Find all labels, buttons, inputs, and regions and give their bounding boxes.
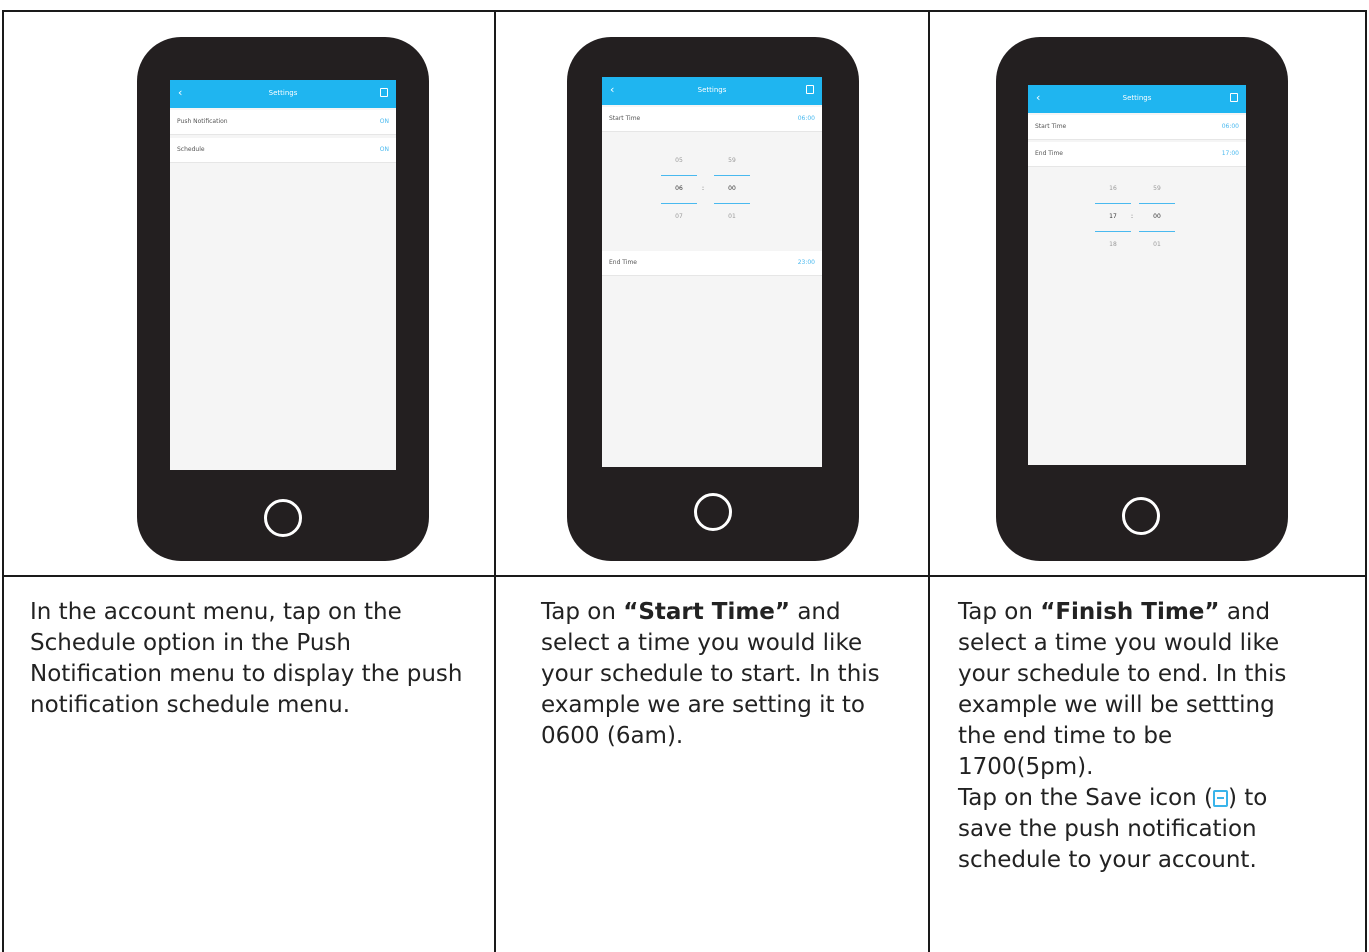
picker-hour-above[interactable]: 05 — [664, 157, 694, 164]
step-3-text-pre: Tap on — [958, 599, 1041, 625]
app-header: ‹ Settings — [602, 77, 822, 105]
screen-title: Settings — [268, 89, 298, 97]
end-time-label: End Time — [1035, 150, 1063, 157]
table-divider-1 — [494, 10, 496, 952]
picker-minute-selected[interactable]: 00 — [1142, 213, 1172, 220]
picker-selection-line — [661, 175, 697, 176]
time-picker[interactable]: 16 59 17 : 00 18 01 — [1028, 175, 1246, 275]
picker-selection-line — [714, 203, 750, 204]
picker-hour-selected[interactable]: 06 — [664, 185, 694, 192]
step-2-caption: Tap on “Start Time” and select a time yo… — [541, 597, 901, 752]
row-label: Schedule — [177, 146, 205, 153]
picker-minute-above[interactable]: 59 — [1142, 185, 1172, 192]
picker-hour-below[interactable]: 07 — [664, 213, 694, 220]
start-time-emphasis: “Start Time” — [623, 599, 791, 625]
start-time-row[interactable]: Start Time 06:00 — [1028, 115, 1246, 140]
app-header: ‹ Settings — [170, 80, 396, 108]
floppy-save-icon — [1213, 790, 1228, 807]
start-time-label: Start Time — [609, 115, 641, 122]
phone-mockup-1: ‹ Settings Push Notification ON Schedule… — [137, 37, 429, 561]
picker-hour-above[interactable]: 16 — [1098, 185, 1128, 192]
picker-minute-selected[interactable]: 00 — [717, 185, 747, 192]
picker-selection-line — [661, 203, 697, 204]
start-time-row[interactable]: Start Time 06:00 — [602, 107, 822, 132]
end-time-row[interactable]: End Time 17:00 — [1028, 142, 1246, 167]
table-row-divider — [2, 575, 1367, 577]
screen-title: Settings — [1122, 94, 1152, 102]
step-2-text-pre: Tap on — [541, 599, 624, 625]
picker-selection-line — [1095, 231, 1131, 232]
table-border-left — [2, 10, 4, 952]
settings-row-push-notification[interactable]: Push Notification ON — [170, 110, 396, 135]
picker-hour-below[interactable]: 18 — [1098, 241, 1128, 248]
end-time-value: 17:00 — [1221, 150, 1239, 157]
floppy-save-icon[interactable] — [380, 88, 388, 97]
settings-row-schedule[interactable]: Schedule ON — [170, 138, 396, 163]
finish-time-emphasis: “Finish Time” — [1040, 599, 1220, 625]
app-header: ‹ Settings — [1028, 85, 1246, 113]
phone-screen-2: ‹ Settings Start Time 06:00 05 59 06 : 0… — [602, 77, 822, 467]
picker-minute-below[interactable]: 01 — [717, 213, 747, 220]
step-1-caption: In the account menu, tap on the Schedule… — [30, 597, 480, 721]
step-3-save-pre: Tap on the Save icon ( — [958, 785, 1213, 811]
phone-screen-1: ‹ Settings Push Notification ON Schedule… — [170, 80, 396, 470]
end-time-label: End Time — [609, 259, 637, 266]
picker-separator: : — [1130, 213, 1134, 220]
screen-title: Settings — [697, 86, 727, 94]
picker-minute-above[interactable]: 59 — [717, 157, 747, 164]
table-divider-2 — [928, 10, 930, 952]
row-value: ON — [379, 118, 389, 125]
table-border-right — [1365, 10, 1367, 952]
picker-selection-line — [1139, 231, 1175, 232]
picker-selection-line — [714, 175, 750, 176]
end-time-row[interactable]: End Time 23:00 — [602, 251, 822, 276]
floppy-save-icon[interactable] — [1230, 93, 1238, 102]
start-time-label: Start Time — [1035, 123, 1067, 130]
row-label: Push Notification — [177, 118, 228, 125]
end-time-value: 23:00 — [797, 259, 815, 266]
floppy-save-icon[interactable] — [806, 85, 814, 94]
home-button-icon[interactable] — [264, 499, 302, 537]
home-button-icon[interactable] — [1122, 497, 1160, 535]
picker-minute-below[interactable]: 01 — [1142, 241, 1172, 248]
start-time-value: 06:00 — [797, 115, 815, 122]
phone-mockup-3: ‹ Settings Start Time 06:00 End Time 17:… — [996, 37, 1288, 561]
home-button-icon[interactable] — [694, 493, 732, 531]
row-value: ON — [379, 146, 389, 153]
picker-selection-line — [1139, 203, 1175, 204]
time-picker[interactable]: 05 59 06 : 00 07 01 — [602, 147, 822, 247]
start-time-value: 06:00 — [1221, 123, 1239, 130]
picker-selection-line — [1095, 203, 1131, 204]
table-border-top — [2, 10, 1367, 12]
step-3-caption: Tap on “Finish Time” and select a time y… — [958, 597, 1313, 876]
step-1-text: In the account menu, tap on the Schedule… — [30, 599, 463, 718]
phone-screen-3: ‹ Settings Start Time 06:00 End Time 17:… — [1028, 85, 1246, 465]
phone-mockup-2: ‹ Settings Start Time 06:00 05 59 06 : 0… — [567, 37, 859, 561]
step-3-text-post: and select a time you would like your sc… — [958, 599, 1287, 780]
picker-separator: : — [701, 185, 705, 192]
